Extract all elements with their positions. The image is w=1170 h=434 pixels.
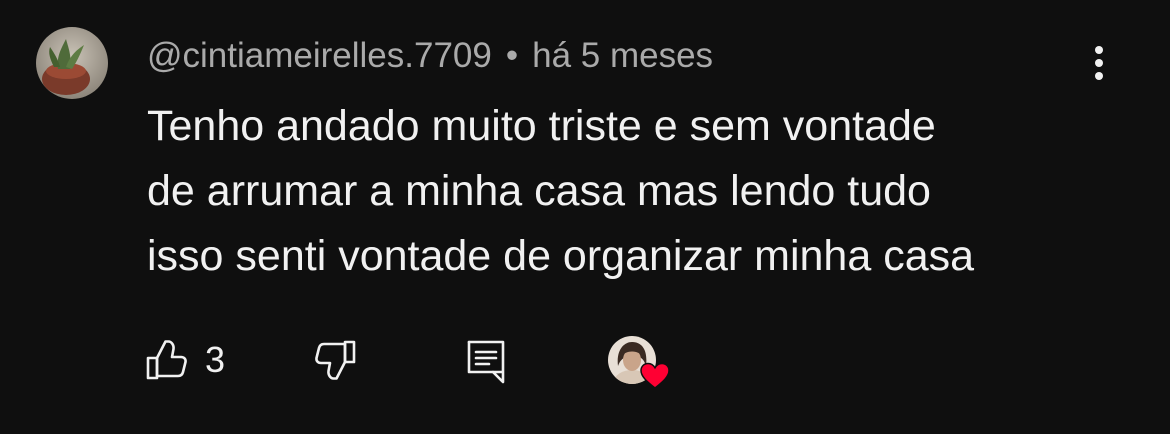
author-name[interactable]: @cintiameirelles.7709 xyxy=(147,36,492,76)
comment-actions: 3 xyxy=(0,330,1170,390)
author-avatar[interactable] xyxy=(36,27,108,99)
comment-line: de arrumar a minha casa mas lendo tudo xyxy=(147,167,931,215)
reply-button[interactable] xyxy=(465,338,507,384)
comment-line: isso senti vontade de organizar minha ca… xyxy=(147,232,975,280)
thumbs-up-icon xyxy=(146,340,187,380)
comment-timestamp[interactable]: há 5 meses xyxy=(532,36,713,76)
like-count: 3 xyxy=(205,339,226,380)
dislike-button[interactable] xyxy=(313,338,357,382)
comment-text: Tenho andado muito triste e sem vontade … xyxy=(147,94,1107,289)
heart-icon xyxy=(640,362,670,389)
reply-comment-icon xyxy=(467,340,505,384)
comment-menu-button[interactable] xyxy=(1082,40,1116,86)
vertical-ellipsis-icon xyxy=(1095,46,1103,80)
like-button[interactable]: 3 xyxy=(145,338,225,382)
thumbs-down-icon xyxy=(315,340,356,380)
creator-heart-badge xyxy=(608,336,672,392)
comment-header: @cintiameirelles.7709 • há 5 meses xyxy=(147,34,713,78)
comment-line: Tenho andado muito triste e sem vontade xyxy=(147,102,936,150)
header-separator: • xyxy=(505,36,519,75)
